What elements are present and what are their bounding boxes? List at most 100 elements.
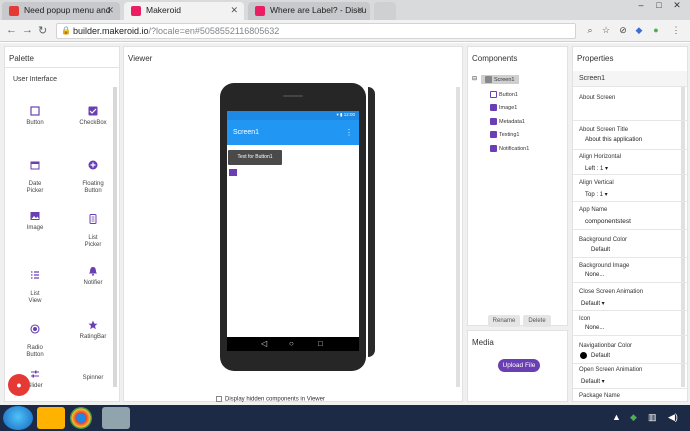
reload-icon[interactable]: ↻ (38, 24, 47, 37)
palette-item-spinner[interactable]: Spinner (73, 375, 113, 382)
tree-item-button1[interactable]: Button1 (490, 91, 518, 98)
separator (573, 335, 687, 336)
properties-screen-name: Screen1 (573, 71, 687, 87)
palette-item-button[interactable]: Button (15, 106, 55, 127)
close-animation-dropdown[interactable]: Default ▾ (581, 300, 605, 307)
star-icon (88, 320, 98, 330)
palette-item-list-picker[interactable]: List Picker (73, 207, 113, 249)
app-name-field[interactable]: componentstest (585, 218, 631, 225)
properties-panel: Properties Screen1 About Screen About Sc… (572, 46, 688, 402)
phone-screen[interactable]: ▾ ▮ 12:00 Screen1 ⋮ Text for Button1 ◁ ○… (227, 111, 359, 351)
nav-back-icon[interactable]: ◁ (261, 339, 267, 348)
palette-item-list-view[interactable]: List View (15, 263, 55, 305)
upload-file-button[interactable]: Upload File (498, 359, 540, 372)
properties-title: Properties (577, 54, 614, 63)
nav-recents-icon[interactable]: □ (318, 339, 323, 348)
navigationbar-color-label: Navigationbar Color (579, 343, 633, 349)
phone-app-bar: Screen1 ⋮ (227, 120, 359, 145)
tree-item-notification1[interactable]: Notification1 (490, 145, 529, 152)
file-explorer-icon[interactable] (37, 407, 65, 429)
close-tab-icon[interactable]: ✕ (106, 5, 114, 16)
tree-item-label: Screen1 (494, 76, 515, 83)
separator (573, 388, 687, 389)
forward-arrow-icon[interactable]: → (22, 24, 33, 36)
overflow-menu-icon[interactable]: ⋮ (345, 128, 353, 137)
screen-icon (485, 76, 492, 83)
chat-icon (490, 131, 497, 138)
palette-item-label: List View (28, 291, 42, 304)
align-horizontal-dropdown[interactable]: Left : 1 ▾ (585, 165, 608, 172)
palette-item-image[interactable]: Image (15, 211, 55, 232)
background-image-picker[interactable]: None... (585, 272, 604, 278)
windows-taskbar: ▲ ◆ ▥ ◀) (0, 405, 690, 431)
remote-desktop-icon[interactable] (102, 407, 130, 429)
tab-title: Makeroid (146, 5, 181, 15)
maximize-icon[interactable]: □ (650, 0, 668, 10)
chrome-icon[interactable] (70, 407, 92, 429)
zoom-icon[interactable]: ⌕ (584, 25, 596, 37)
close-tab-icon[interactable]: ✕ (230, 5, 238, 16)
tab-makeroid[interactable]: Makeroid ✕ (124, 2, 244, 20)
tab-need-popup-menu[interactable]: Need popup menu and ✕ (2, 2, 120, 20)
palette-item-radio-button[interactable]: Radio Button (15, 317, 55, 359)
tree-item-texting1[interactable]: Texting1 (490, 131, 520, 138)
tab-where-are-label[interactable]: Where are Label? - Discu ✕ (248, 2, 370, 20)
open-animation-dropdown[interactable]: Default ▾ (581, 378, 605, 385)
palette-item-label: Date Picker (26, 181, 44, 194)
navigationbar-color-picker[interactable]: Default (580, 352, 610, 359)
palette-item-notifier[interactable]: Notifier (73, 266, 113, 287)
palette-item-rating-bar[interactable]: RatingBar (73, 320, 113, 341)
tree-item-screen1[interactable]: Screen1 (481, 75, 519, 84)
forum-favicon-icon (9, 6, 19, 16)
app-name-label: App Name (579, 207, 608, 213)
bookmark-star-icon[interactable]: ☆ (600, 25, 612, 37)
palette-item-date-picker[interactable]: Date Picker (15, 153, 55, 195)
palette-item-label: Spinner (82, 375, 104, 381)
preview-button1[interactable]: Text for Button1 (228, 150, 282, 165)
block-icon[interactable]: ⊘ (617, 25, 629, 37)
tree-item-label: Metadata1 (499, 118, 525, 125)
notification-fab[interactable]: ● (8, 374, 30, 396)
makeroid-designer: Palette User Interface Button CheckBox D… (0, 43, 690, 405)
minimize-icon[interactable]: – (632, 0, 650, 10)
icon-picker[interactable]: None... (585, 325, 604, 331)
tab-title: Need popup menu and (24, 5, 111, 15)
background-color-label: Background Color (579, 237, 628, 243)
browser-tab-strip: Need popup menu and ✕ Makeroid ✕ Where a… (0, 0, 690, 20)
palette-item-label: List Picker (84, 235, 102, 248)
palette-item-label: Radio Button (26, 345, 44, 358)
display-hidden-checkbox[interactable] (216, 396, 222, 402)
delete-button[interactable]: Delete (523, 315, 551, 327)
network-icon[interactable]: ▥ (648, 412, 657, 423)
nav-home-icon[interactable]: ○ (289, 339, 294, 348)
preview-image1-icon[interactable] (229, 169, 237, 176)
palette-item-checkbox[interactable]: CheckBox (73, 106, 113, 127)
display-hidden-checkbox-row[interactable]: Display hidden components in Viewer (216, 396, 325, 403)
tree-item-image1[interactable]: Image1 (490, 104, 517, 111)
url-bar[interactable]: 🔒 builder.makeroid.io/?locale=en#5058552… (56, 23, 576, 39)
properties-scrollbar[interactable] (681, 87, 685, 387)
tray-app-icon[interactable]: ◆ (630, 412, 637, 423)
chrome-menu-icon[interactable]: ⋮ (670, 25, 682, 37)
about-screen-title-field[interactable]: About this application (585, 137, 642, 143)
extension-green-icon[interactable]: ● (650, 25, 662, 37)
tree-item-metadata1[interactable]: Metadata1 (490, 118, 525, 125)
extension-icon[interactable]: ◆ (633, 25, 645, 37)
tray-chevron-icon[interactable]: ▲ (612, 412, 621, 422)
rename-button[interactable]: Rename (488, 315, 520, 327)
close-tab-icon[interactable]: ✕ (356, 5, 364, 16)
palette-scrollbar[interactable] (113, 87, 117, 387)
background-color-picker[interactable]: Default (591, 247, 610, 253)
windows-start-icon[interactable] (3, 406, 33, 430)
palette-section-user-interface: User Interface (13, 76, 57, 83)
new-tab-button[interactable] (374, 2, 396, 20)
volume-icon[interactable]: ◀) (668, 412, 678, 423)
window-close-icon[interactable]: ✕ (668, 0, 686, 11)
align-vertical-dropdown[interactable]: Top : 1 ▾ (585, 191, 608, 198)
back-arrow-icon[interactable]: ← (6, 24, 17, 36)
palette-item-floating-button[interactable]: Floating Button (73, 153, 113, 195)
collapse-icon[interactable]: ⊟ (472, 75, 477, 82)
tree-item-label: Notification1 (499, 145, 530, 152)
about-screen-label: About Screen (579, 95, 616, 101)
viewer-scrollbar[interactable] (456, 87, 460, 387)
